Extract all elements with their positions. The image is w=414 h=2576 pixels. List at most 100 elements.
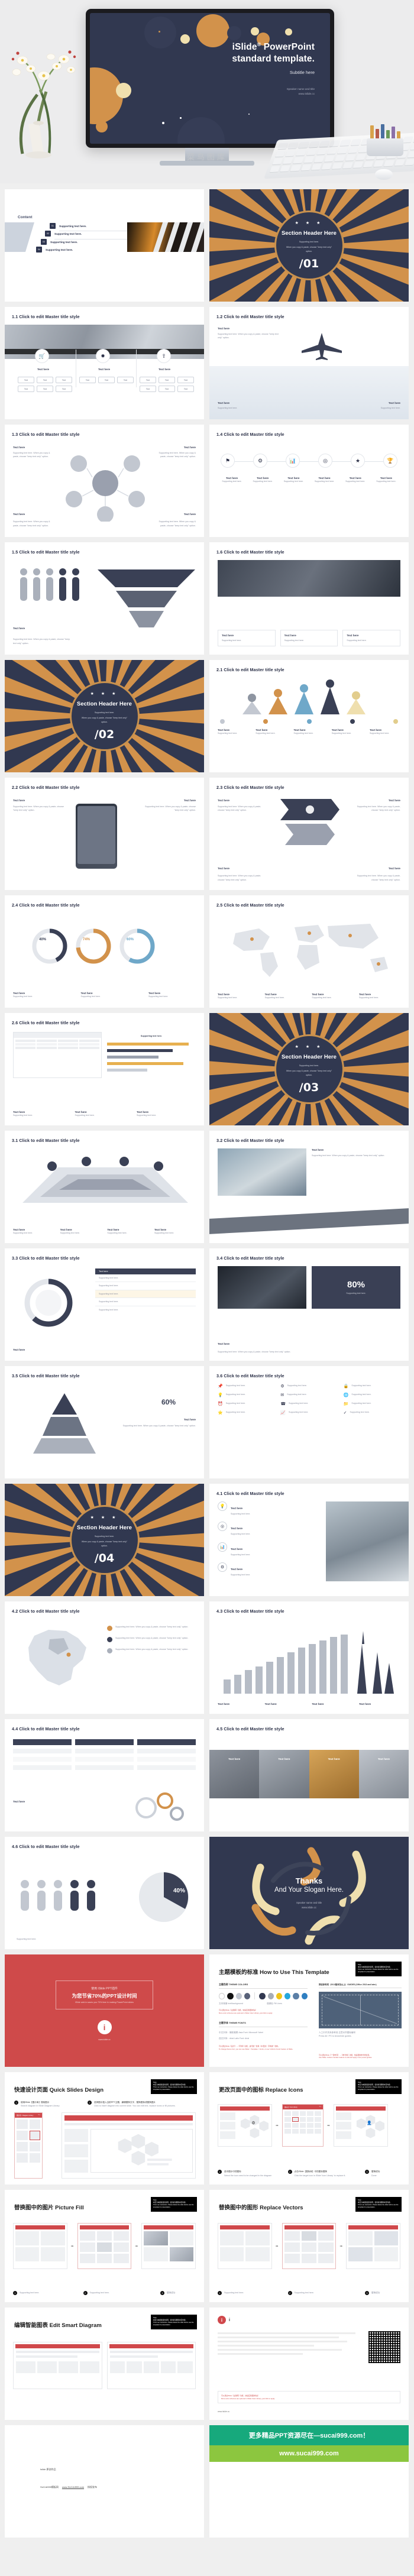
- list-item[interactable]: Supporting text here.: [95, 1306, 196, 1313]
- content-item[interactable]: 03 Supporting text here.: [41, 239, 77, 245]
- slide-section-02[interactable]: ★ ★ ★ Section Header Here Supporting tex…: [5, 660, 204, 772]
- list-item[interactable]: Supporting text here.: [95, 1274, 196, 1283]
- chip[interactable]: Text: [37, 386, 53, 392]
- chip[interactable]: Text: [37, 377, 53, 383]
- block-body: Supporting text here.: [370, 732, 390, 734]
- list-item[interactable]: Supporting text here.: [95, 1298, 196, 1306]
- arrow-icon: ➠: [327, 2124, 331, 2128]
- slide-4-1[interactable]: 4.1 Click to edit Master title style 💡 T…: [209, 1484, 409, 1596]
- slide-quick-design[interactable]: 快速设计页面 Quick Slides Design Note: 本页为本模板使…: [5, 2072, 204, 2185]
- chip[interactable]: Text: [79, 377, 96, 383]
- slide-islide-promo[interactable]: 使用 iSlide PPT插件 为您节省70%的PPT设计时间 iSlide a…: [5, 1954, 204, 2067]
- slide-3-3[interactable]: 3.3 Click to edit Master title style Tex…: [5, 1248, 204, 1361]
- slide-row: 1.1 Click to edit Master title style 🛒 ✸…: [5, 307, 409, 419]
- content-item[interactable]: 01 Supporting text here.: [50, 223, 86, 229]
- slide-1-3[interactable]: 1.3 Click to edit Master title style Tex…: [5, 425, 204, 537]
- slide-1-6[interactable]: 1.6 Click to edit Master title style Tex…: [209, 542, 409, 655]
- chip-group: Text Text Text Text Text Text: [18, 377, 72, 392]
- chip[interactable]: Text: [117, 377, 134, 383]
- chip[interactable]: Text: [98, 377, 115, 383]
- icon-library-panel[interactable]: 图标库 / Icon Library ? ×: [282, 2104, 324, 2147]
- phone-mockup: [76, 804, 117, 869]
- slide-1-1[interactable]: 1.1 Click to edit Master title style 🛒 ✸…: [5, 307, 204, 419]
- slide-3-5[interactable]: 3.5 Click to edit Master title style 60%…: [5, 1366, 204, 1478]
- vectors-steps: ➠ ➠: [218, 2223, 400, 2269]
- step-badge: 1: [218, 2291, 222, 2295]
- panel-header: 图示库 / Diagram Library ? ×: [15, 2113, 42, 2118]
- guides-note-en: Press All / PS to show/hide guides.: [319, 2035, 352, 2038]
- slide-4-2[interactable]: 4.2 Click to edit Master title style Sup…: [5, 1601, 204, 1714]
- stars-decoration: ★ ★ ★: [90, 692, 119, 697]
- slide-section-01[interactable]: ★ ★ ★ Section Header Here Supporting tex…: [209, 189, 409, 302]
- chart-icon: 📊: [218, 1542, 227, 1552]
- slide-3-6[interactable]: 3.6 Click to edit Master title style 📌 Su…: [209, 1366, 409, 1478]
- chip[interactable]: Text: [177, 386, 194, 392]
- slide-4-3[interactable]: 4.3 Click to edit Master title style Tex…: [209, 1601, 409, 1714]
- chip[interactable]: Text: [140, 386, 156, 392]
- legend-dot: [107, 1637, 112, 1642]
- close-icon[interactable]: ? ×: [38, 2114, 40, 2117]
- slide-2-5[interactable]: 2.5 Click to edit Master title style Tex…: [209, 895, 409, 1008]
- block-title: Text here: [183, 1418, 196, 1421]
- slide-2-4[interactable]: 2.4 Click to edit Master title style 40%…: [5, 895, 204, 1008]
- chip[interactable]: Text: [140, 377, 156, 383]
- block-title: Text here: [13, 446, 25, 449]
- chip[interactable]: Text: [18, 377, 34, 383]
- slide-sucai-banner[interactable]: 更多精品PPT资源尽在—sucai999.com！ www.sucai999.c…: [209, 2425, 409, 2538]
- slide-1-4[interactable]: 1.4 Click to edit Master title style ⚑ ⚙…: [209, 425, 409, 537]
- slide-row: ★ ★ ★ Section Header Here Supporting tex…: [5, 1484, 409, 1596]
- diagram-library-panel[interactable]: 图示库 / Diagram Library ? ×: [14, 2112, 43, 2179]
- slide-4-6[interactable]: 4.6 Click to edit Master title style 40%…: [5, 1837, 204, 1949]
- slide-section-03[interactable]: ★ ★ ★ Section Header Here Supporting tex…: [209, 1013, 409, 1125]
- content-item[interactable]: 02 Supporting text here.: [45, 231, 82, 237]
- block-title: Text here: [388, 799, 400, 802]
- slide-content[interactable]: Content 01 Supporting text here. 02 Supp…: [5, 189, 204, 302]
- list-item[interactable]: Supporting text here.: [95, 1282, 196, 1290]
- slide-2-6[interactable]: 2.6 Click to edit Master title style Sup…: [5, 1013, 204, 1125]
- chip[interactable]: Text: [56, 386, 72, 392]
- slide-replace-icons[interactable]: 更改页面中的图标 Replace Icons Note: 本页为本模板使用说明，…: [209, 2072, 409, 2185]
- block-title: Text here: [218, 1703, 230, 1706]
- slide-photo: [218, 1266, 306, 1309]
- content-item[interactable]: 04 Supporting text here.: [36, 247, 73, 253]
- slide-smart-diagram[interactable]: 编辑智能图表 Edit Smart Diagram Note: 本页为本模板使用…: [5, 2308, 204, 2420]
- chip[interactable]: Text: [56, 377, 72, 383]
- slide-3-1[interactable]: 3.1 Click to edit Master title style Tex…: [5, 1131, 204, 1243]
- slide-3-4[interactable]: 3.4 Click to edit Master title style 80%…: [209, 1248, 409, 1361]
- slide-2-2[interactable]: 2.2 Click to edit Master title style Tex…: [5, 778, 204, 890]
- picfill-title-en: Picture Fill: [55, 2205, 84, 2211]
- slide-4-5[interactable]: 4.5 Click to edit Master title style Tex…: [209, 1719, 409, 1831]
- slide-4-4[interactable]: 4.4 Click to edit Master title style Tex…: [5, 1719, 204, 1831]
- slide-thanks[interactable]: Thanks And Your Slogan Here. Speaker nam…: [209, 1837, 409, 1949]
- card[interactable]: Text here Supporting text here.: [280, 629, 338, 646]
- pie-value: 40%: [173, 1888, 185, 1894]
- chip[interactable]: Text: [177, 377, 194, 383]
- chip[interactable]: Text: [18, 386, 34, 392]
- slide-how-to-use[interactable]: 主题模板的标准 How to Use This Template Note: 本…: [209, 1954, 409, 2067]
- slide-1-5[interactable]: 1.5 Click to edit Master title style Tex…: [5, 542, 204, 655]
- slide-islide-info[interactable]: i i 可以通过iSlide【主题库】功能，快速应用更换色彩 More colo…: [209, 2308, 409, 2420]
- close-icon[interactable]: ? ×: [319, 2106, 321, 2108]
- donut-value: 74%: [82, 938, 90, 941]
- slide-3-2[interactable]: 3.2 Click to edit Master title style Tex…: [209, 1131, 409, 1243]
- block-body: Supporting text here.: [331, 732, 352, 734]
- slide-picture-fill[interactable]: 替换图中的图片 Picture Fill Note: 本页为本模板使用说明，使用…: [5, 2190, 204, 2302]
- guides-preview: [319, 1992, 402, 2028]
- lock-icon: 🔒: [343, 1384, 349, 1389]
- card[interactable]: Text here Supporting text here.: [218, 629, 276, 646]
- card-title: Text here: [347, 633, 359, 637]
- slide-section-04[interactable]: ★ ★ ★ Section Header Here Supporting tex…: [5, 1484, 204, 1596]
- credit-link[interactable]: www.SUCAI999.com: [62, 2486, 84, 2488]
- slide-1-2[interactable]: 1.2 Click to edit Master title style Tex…: [209, 307, 409, 419]
- chip[interactable]: Text: [159, 377, 175, 383]
- slide-replace-vectors[interactable]: 替换图中的图形 Replace Vectors Note: 本页为本模板使用说明…: [209, 2190, 409, 2302]
- block-body: Supporting text here.: [218, 732, 238, 734]
- slide-2-3[interactable]: 2.3 Click to edit Master title style Tex…: [209, 778, 409, 890]
- credit-suffix: 授权发布: [88, 2486, 98, 2488]
- slide-credit[interactable]: Islide 原创作品 SUCAI999模板网 www.SUCAI999.com…: [5, 2425, 204, 2538]
- card[interactable]: Text here Supporting text here.: [342, 629, 401, 646]
- sunburst-background: ★ ★ ★ Section Header Here Supporting tex…: [5, 660, 204, 772]
- list-item[interactable]: Supporting text here.: [95, 1290, 196, 1299]
- slide-2-1[interactable]: 2.1 Click to edit Master title style Tex…: [209, 660, 409, 772]
- chip[interactable]: Text: [159, 386, 175, 392]
